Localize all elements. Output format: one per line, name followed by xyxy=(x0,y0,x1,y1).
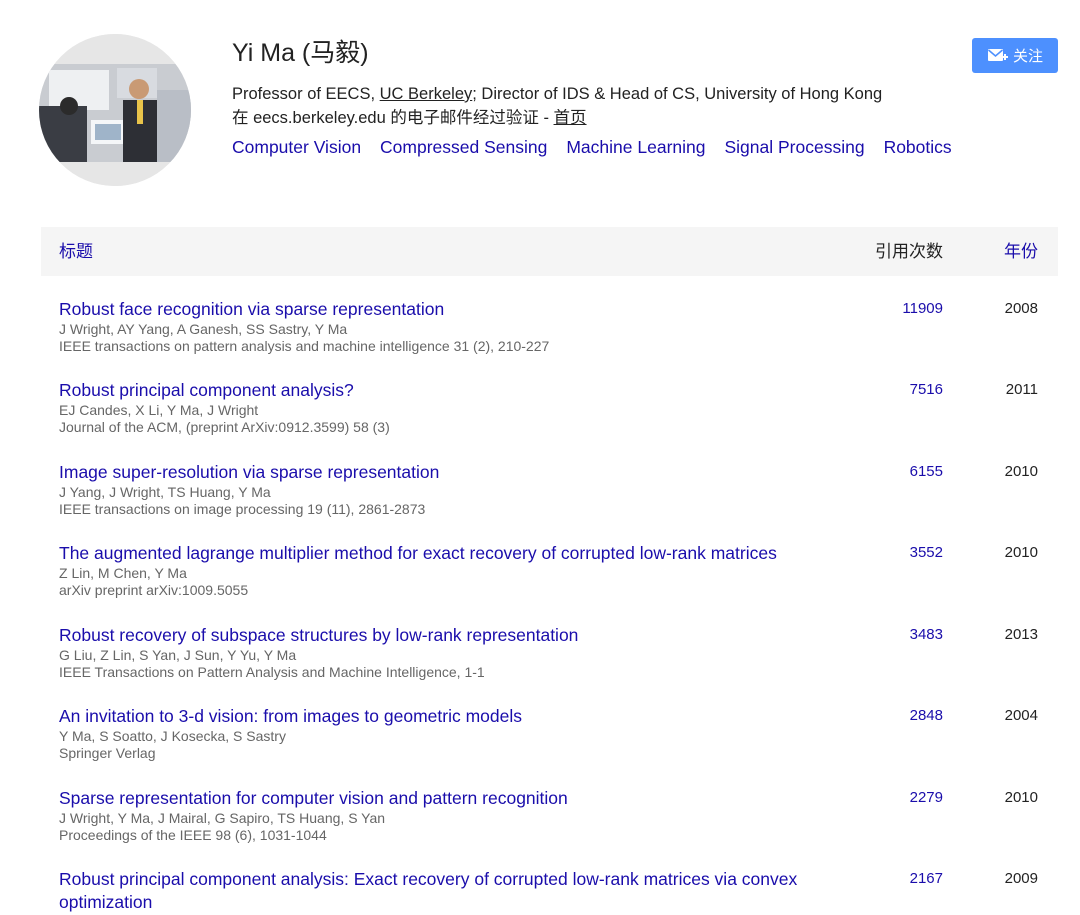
follow-label: 关注 xyxy=(1012,48,1043,65)
publication-title[interactable]: Robust face recognition via sparse repre… xyxy=(59,298,859,321)
publication-authors: EJ Candes, X Li, Y Ma, J Wright xyxy=(59,402,259,418)
interest-compressed-sensing[interactable]: Compressed Sensing xyxy=(380,137,547,157)
citation-count[interactable]: 2167 xyxy=(891,870,943,887)
email-text: 在 eecs.berkeley.edu 的电子邮件经过验证 - xyxy=(232,109,554,127)
affiliation-prefix: Professor of EECS, xyxy=(232,85,380,103)
email-verification: 在 eecs.berkeley.edu 的电子邮件经过验证 - 首页 xyxy=(232,107,587,129)
publication-venue: Proceedings of the IEEE 98 (6), 1031-104… xyxy=(59,827,327,843)
mail-plus-icon xyxy=(987,48,1008,61)
profile-avatar xyxy=(39,34,191,186)
publication-title[interactable]: The augmented lagrange multiplier method… xyxy=(59,542,859,565)
publication-authors: J Wright, AY Yang, A Ganesh, SS Sastry, … xyxy=(59,321,348,337)
publication-title[interactable]: Sparse representation for computer visio… xyxy=(59,787,859,810)
column-header-title[interactable]: 标题 xyxy=(59,241,93,263)
avatar-photo xyxy=(39,34,191,186)
publication-year: 2011 xyxy=(1005,381,1038,398)
follow-button[interactable]: 关注 xyxy=(972,38,1058,73)
publication-authors: J Yang, J Wright, TS Huang, Y Ma xyxy=(59,484,271,500)
interest-machine-learning[interactable]: Machine Learning xyxy=(566,137,705,157)
citation-count[interactable]: 11909 xyxy=(891,300,943,317)
citation-count[interactable]: 2279 xyxy=(891,789,943,806)
publication-title[interactable]: An invitation to 3-d vision: from images… xyxy=(59,705,859,728)
publication-venue: Springer Verlag xyxy=(59,745,156,761)
publication-venue: IEEE Transactions on Pattern Analysis an… xyxy=(59,664,485,680)
publication-title[interactable]: Robust principal component analysis: Exa… xyxy=(59,868,859,914)
publication-year: 2004 xyxy=(1004,707,1038,724)
publication-year: 2010 xyxy=(1004,463,1038,480)
profile-affiliation: Professor of EECS, UC Berkeley; Director… xyxy=(232,83,882,105)
publication-year: 2013 xyxy=(1004,626,1038,643)
affiliation-link[interactable]: UC Berkeley xyxy=(380,85,473,103)
publication-title[interactable]: Robust principal component analysis? xyxy=(59,379,859,402)
publication-authors: J Wright, Y Ma, J Mairal, G Sapiro, TS H… xyxy=(59,810,386,826)
publication-venue: IEEE transactions on pattern analysis an… xyxy=(59,338,550,354)
interest-computer-vision[interactable]: Computer Vision xyxy=(232,137,361,157)
publication-venue: Journal of the ACM, (preprint ArXiv:0912… xyxy=(59,419,390,435)
publication-authors: G Liu, Z Lin, S Yan, J Sun, Y Yu, Y Ma xyxy=(59,647,297,663)
affiliation-suffix: ; Director of IDS & Head of CS, Universi… xyxy=(472,85,883,103)
interest-signal-processing[interactable]: Signal Processing xyxy=(724,137,864,157)
research-interests: Computer Vision Compressed Sensing Machine… xyxy=(232,136,971,158)
citation-count[interactable]: 6155 xyxy=(891,463,943,480)
publication-year: 2010 xyxy=(1004,544,1038,561)
table-header: 标题 引用次数 年份 xyxy=(41,227,1058,276)
publication-venue: arXiv preprint arXiv:1009.5055 xyxy=(59,582,249,598)
publication-authors: Y Ma, S Soatto, J Kosecka, S Sastry xyxy=(59,728,286,744)
citation-count[interactable]: 7516 xyxy=(891,381,943,398)
interest-robotics[interactable]: Robotics xyxy=(884,137,952,157)
publication-venue: IEEE transactions on image processing 19… xyxy=(59,501,426,517)
homepage-link[interactable]: 首页 xyxy=(554,109,587,127)
publication-year: 2008 xyxy=(1004,300,1038,317)
publication-title[interactable]: Image super-resolution via sparse repres… xyxy=(59,461,859,484)
publication-year: 2009 xyxy=(1004,870,1038,887)
profile-name: Yi Ma (马毅) xyxy=(232,39,369,67)
column-header-cited-by: 引用次数 xyxy=(875,242,943,261)
publication-year: 2010 xyxy=(1004,789,1038,806)
citation-count[interactable]: 2848 xyxy=(891,707,943,724)
column-header-year[interactable]: 年份 xyxy=(1004,241,1038,263)
citation-count[interactable]: 3483 xyxy=(891,626,943,643)
publication-authors: Z Lin, M Chen, Y Ma xyxy=(59,565,187,581)
publication-title[interactable]: Robust recovery of subspace structures b… xyxy=(59,624,859,647)
citation-count[interactable]: 3552 xyxy=(891,544,943,561)
